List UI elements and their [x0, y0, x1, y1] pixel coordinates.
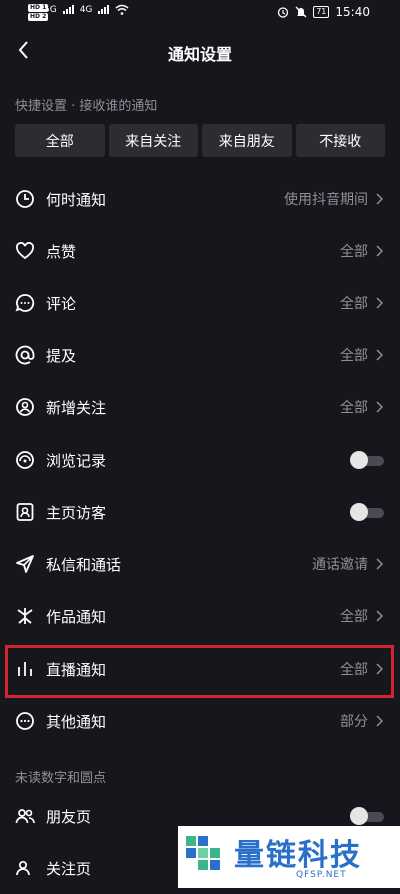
quick-settings-row: 全部 来自关注 来自朋友 不接收	[15, 124, 385, 157]
status-bar: HD 1 HD 2 5G 4G 71 15:40	[0, 0, 400, 28]
clock-icon	[16, 190, 34, 208]
setting-value: 全部	[340, 296, 368, 312]
chevron-right-icon	[376, 558, 384, 570]
quick-none-button[interactable]: 不接收	[295, 124, 385, 157]
at-icon	[15, 345, 35, 365]
chevron-right-icon	[376, 245, 384, 257]
friends-icon	[15, 809, 35, 824]
quick-following-button[interactable]: 来自关注	[108, 124, 198, 157]
hd-badges: HD 1 HD 2	[28, 4, 49, 21]
setting-label: 何时通知	[46, 190, 107, 209]
browse-history-toggle[interactable]	[350, 451, 384, 469]
setting-label: 私信和通话	[46, 555, 122, 574]
more-icon	[16, 712, 34, 730]
setting-row-works[interactable]: 作品通知 全部	[0, 590, 400, 642]
setting-value: 全部	[340, 609, 368, 625]
setting-value: 全部	[340, 400, 368, 416]
setting-row-messages[interactable]: 私信和通话 通话邀请	[0, 538, 400, 590]
setting-label: 点赞	[46, 242, 77, 261]
sparkle-icon	[17, 608, 33, 624]
profile-visitors-toggle[interactable]	[350, 503, 384, 521]
friends-page-toggle[interactable]	[350, 807, 384, 825]
watermark-logo-icon	[186, 836, 220, 870]
status-left: HD 1 HD 2 5G 4G	[28, 4, 129, 21]
nav-bar: 通知设置	[0, 30, 400, 74]
setting-label: 作品通知	[46, 607, 107, 626]
setting-label: 提及	[46, 346, 77, 365]
watermark-text: 量链科技	[234, 838, 362, 873]
chevron-right-icon	[376, 349, 384, 361]
net2-label: 4G	[79, 4, 93, 15]
setting-label: 主页访客	[46, 503, 107, 522]
heart-icon	[16, 242, 34, 260]
wifi-icon	[115, 4, 129, 15]
setting-row-likes[interactable]: 点赞 全部	[0, 225, 400, 277]
setting-label: 评论	[46, 294, 77, 313]
setting-row-comments[interactable]: 评论 全部	[0, 277, 400, 329]
unread-section-header: 未读数字和圆点	[15, 771, 107, 786]
setting-row-browse-history: 浏览记录	[0, 434, 400, 486]
setting-label: 其他通知	[46, 712, 107, 731]
chevron-right-icon	[376, 401, 384, 413]
watermark-subtext: QFSP.NET	[296, 870, 347, 880]
chevron-right-icon	[376, 193, 384, 205]
quick-friends-button[interactable]: 来自朋友	[202, 124, 292, 157]
quick-all-button[interactable]: 全部	[15, 124, 105, 157]
setting-value: 全部	[340, 244, 368, 260]
status-time: 15:40	[335, 5, 370, 19]
setting-row-other[interactable]: 其他通知 部分	[0, 695, 400, 747]
follow-icon	[16, 860, 30, 876]
setting-value: 部分	[340, 714, 368, 730]
setting-value: 全部	[340, 348, 368, 364]
highlight-frame	[5, 645, 394, 698]
person-card-icon	[16, 503, 34, 521]
page-title: 通知设置	[167, 45, 232, 64]
setting-row-new-followers[interactable]: 新增关注 全部	[0, 381, 400, 433]
setting-value: 使用抖音期间	[284, 192, 368, 208]
quick-settings-header: 快捷设置 · 接收谁的通知	[15, 99, 158, 114]
setting-label: 浏览记录	[46, 451, 107, 470]
alarm-icon	[278, 7, 289, 18]
eye-icon	[16, 451, 34, 469]
setting-row-when[interactable]: 何时通知 使用抖音期间	[0, 173, 400, 225]
setting-label: 关注页	[46, 859, 92, 878]
signal1-icon	[62, 5, 74, 14]
mute-icon	[295, 6, 307, 18]
setting-row-mentions[interactable]: 提及 全部	[0, 329, 400, 381]
setting-row-profile-visitors: 主页访客	[0, 486, 400, 538]
chevron-right-icon	[376, 610, 384, 622]
user-circle-icon	[16, 398, 34, 416]
comment-icon	[15, 294, 35, 312]
chevron-right-icon	[376, 297, 384, 309]
send-icon	[16, 555, 34, 573]
hd2-badge: HD 2	[28, 13, 49, 21]
status-right: 71 15:40	[277, 5, 370, 19]
setting-value: 通话邀请	[312, 557, 368, 573]
setting-label: 朋友页	[46, 807, 92, 826]
chevron-right-icon	[376, 715, 384, 727]
signal2-icon	[98, 5, 110, 14]
hd1-badge: HD 1	[28, 4, 49, 12]
watermark: 量链科技 QFSP.NET	[178, 826, 400, 888]
setting-label: 新增关注	[46, 398, 107, 417]
battery-indicator: 71	[313, 6, 330, 18]
